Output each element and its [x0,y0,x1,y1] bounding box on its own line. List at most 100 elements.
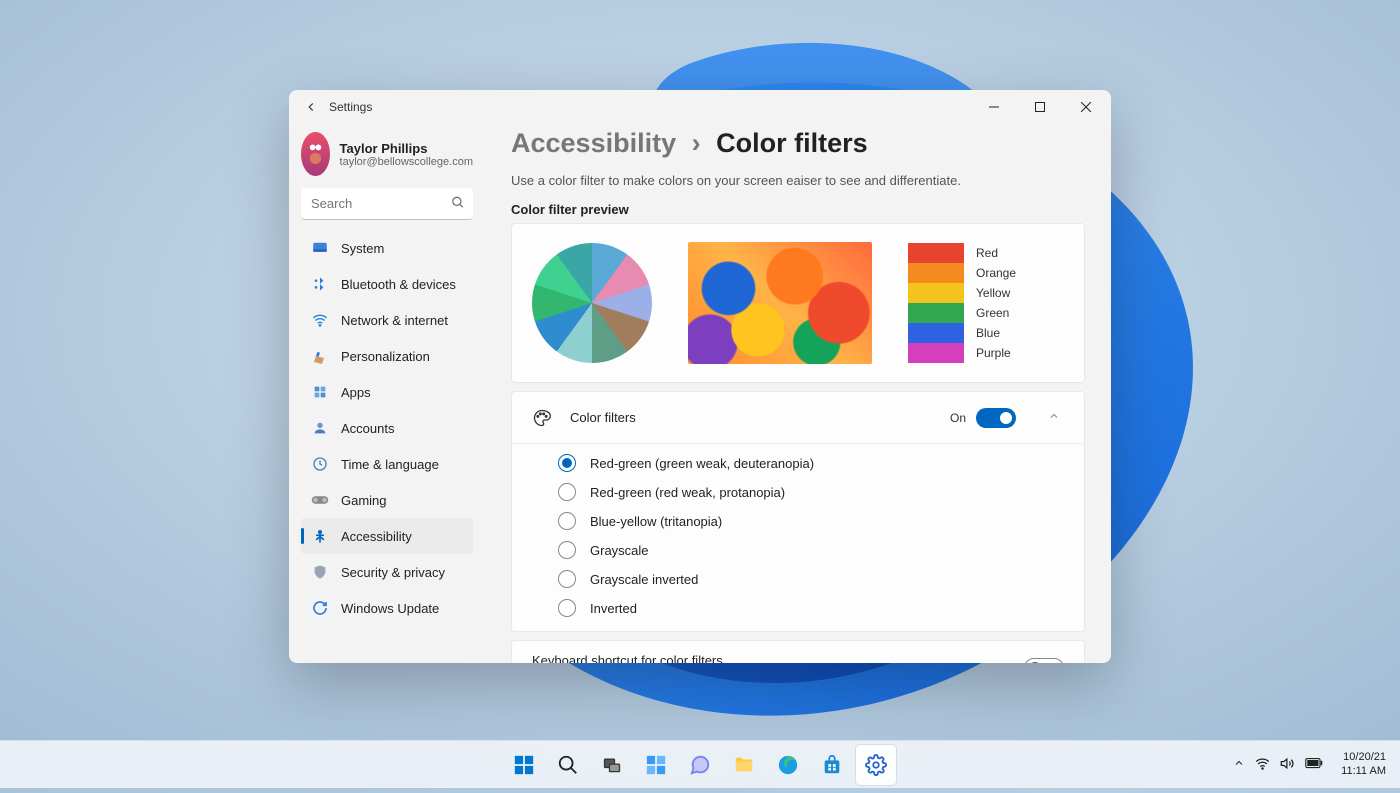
preview-swatch-list: RedOrangeYellowGreenBluePurple [908,243,1016,363]
radio-button[interactable] [558,570,576,588]
sidebar-item-system[interactable]: System [301,230,473,266]
filter-option[interactable]: Red-green (red weak, protanopia) [558,483,1064,501]
radio-button[interactable] [558,483,576,501]
color-filters-title: Color filters [570,410,932,425]
settings-window: Settings Taylor Phillips taylor@bellowsc… [289,90,1111,663]
window-controls [971,90,1109,124]
sidebar-item-bluetooth-devices[interactable]: Bluetooth & devices [301,266,473,302]
chevron-up-icon[interactable] [1044,406,1064,429]
titlebar: Settings [289,90,1111,124]
radio-label: Red-green (red weak, protanopia) [590,485,785,500]
palette-icon [532,408,552,428]
chat-icon[interactable] [680,745,720,785]
preview-photo [688,242,872,364]
swatch-label: Green [976,306,1009,320]
color-swatch [908,263,964,283]
nav-label: Gaming [341,493,387,508]
start-button[interactable] [504,745,544,785]
page-description: Use a color filter to make colors on you… [511,173,1085,188]
sidebar-item-windows-update[interactable]: Windows Update [301,590,473,626]
content: Accessibility › Color filters Use a colo… [485,124,1111,663]
widgets-icon[interactable] [636,745,676,785]
preview-label: Color filter preview [511,202,1085,217]
swatch-label: Red [976,246,998,260]
filter-option[interactable]: Red-green (green weak, deuteranopia) [558,454,1064,472]
tray-overflow-icon[interactable] [1233,757,1245,772]
color-filters-toggle[interactable] [976,408,1016,428]
edge-icon[interactable] [768,745,808,785]
profile[interactable]: Taylor Phillips taylor@bellowscollege.co… [301,128,473,186]
preview-pie-chart [532,243,652,363]
swatch-label: Yellow [976,286,1010,300]
sidebar-item-accessibility[interactable]: Accessibility [301,518,473,554]
filter-option[interactable]: Blue-yellow (tritanopia) [558,512,1064,530]
color-swatch [908,343,964,363]
wifi-icon[interactable] [1255,756,1270,774]
color-swatch [908,283,964,303]
taskbar-search-icon[interactable] [548,745,588,785]
sidebar-item-personalization[interactable]: Personalization [301,338,473,374]
radio-label: Grayscale inverted [590,572,698,587]
radio-label: Blue-yellow (tritanopia) [590,514,722,529]
sidebar-item-apps[interactable]: Apps [301,374,473,410]
battery-icon[interactable] [1305,757,1323,772]
nav-icon [311,347,329,365]
swatch-row: Blue [908,323,1016,343]
sidebar-item-security-privacy[interactable]: Security & privacy [301,554,473,590]
color-swatch [908,243,964,263]
nav-icon [311,383,329,401]
breadcrumb-parent[interactable]: Accessibility [511,128,676,158]
nav-icon [311,599,329,617]
volume-icon[interactable] [1280,756,1295,774]
nav-label: Network & internet [341,313,448,328]
nav-icon [311,275,329,293]
settings-taskbar-icon[interactable] [856,745,896,785]
filter-option[interactable]: Grayscale inverted [558,570,1064,588]
radio-button[interactable] [558,454,576,472]
toggle-state-label: On [950,411,966,425]
radio-button[interactable] [558,599,576,617]
sidebar-item-network-internet[interactable]: Network & internet [301,302,473,338]
sidebar-item-time-language[interactable]: Time & language [301,446,473,482]
shortcut-toggle[interactable] [1024,658,1064,664]
tray-date: 10/20/21 [1341,751,1386,764]
search [301,188,473,220]
close-button[interactable] [1063,90,1109,124]
radio-button[interactable] [558,541,576,559]
sidebar-item-gaming[interactable]: Gaming [301,482,473,518]
filter-radio-group: Red-green (green weak, deuteranopia) Red-… [512,444,1084,631]
tray-time: 11:11 AM [1341,765,1386,778]
search-input[interactable] [301,188,473,220]
radio-button[interactable] [558,512,576,530]
breadcrumb-current: Color filters [716,128,868,158]
nav-icon [311,419,329,437]
radio-label: Inverted [590,601,637,616]
filter-option[interactable]: Grayscale [558,541,1064,559]
store-icon[interactable] [812,745,852,785]
file-explorer-icon[interactable] [724,745,764,785]
nav-icon [311,239,329,257]
avatar [301,132,330,176]
filter-option[interactable]: Inverted [558,599,1064,617]
nav-label: System [341,241,384,256]
nav-label: Personalization [341,349,430,364]
minimize-button[interactable] [971,90,1017,124]
radio-label: Grayscale [590,543,649,558]
nav-icon [311,491,329,509]
sidebar: Taylor Phillips taylor@bellowscollege.co… [289,124,485,663]
nav-label: Accounts [341,421,394,436]
swatch-row: Purple [908,343,1016,363]
color-filters-header: Color filters On [512,392,1084,444]
shortcut-toggle-label: Off [998,661,1014,664]
keyboard-shortcut-card: Keyboard shortcut for color filters Pres… [511,640,1085,663]
clock[interactable]: 10/20/21 11:11 AM [1335,751,1392,777]
window-title: Settings [329,100,372,114]
shortcut-title: Keyboard shortcut for color filters [532,653,998,663]
system-tray: 10/20/21 11:11 AM [1227,751,1392,777]
radio-label: Red-green (green weak, deuteranopia) [590,456,814,471]
maximize-button[interactable] [1017,90,1063,124]
task-view-icon[interactable] [592,745,632,785]
swatch-row: Red [908,243,1016,263]
back-button[interactable] [299,95,323,119]
sidebar-item-accounts[interactable]: Accounts [301,410,473,446]
